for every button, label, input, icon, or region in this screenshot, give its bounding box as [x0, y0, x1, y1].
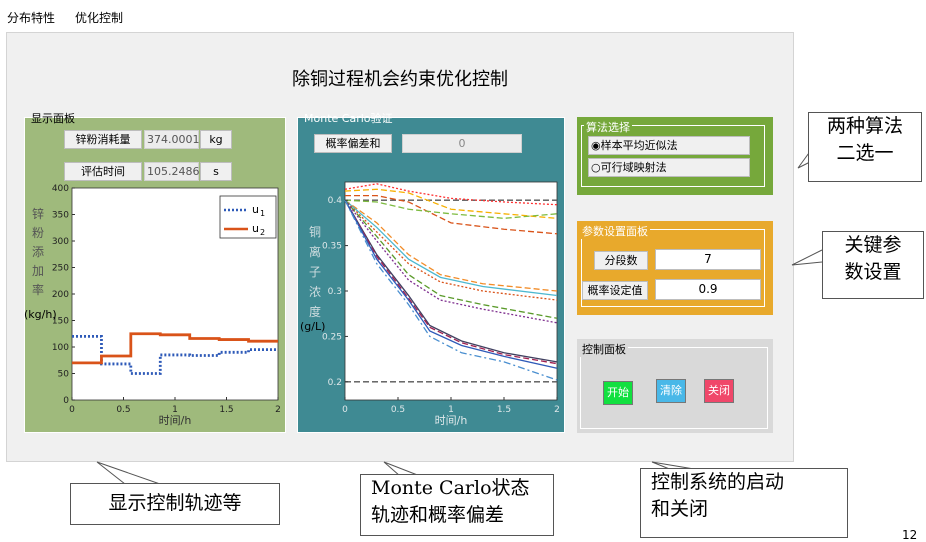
option-fdm-label: 可行域映射法 — [600, 161, 667, 174]
monte-carlo-panel: Monte Carlo验证 概率偏差和 0 — [297, 112, 565, 433]
callout-control-line2: 和关闭 — [651, 498, 709, 520]
callout-pointer-params — [791, 249, 823, 266]
segments-label: 分段数 — [594, 251, 648, 270]
eval-time-label: 评估时间 — [64, 162, 142, 181]
param-panel: 参数设置面板 分段数 7 概率设定值 0.9 — [577, 221, 773, 315]
display-panel: 显示面板 锌粉消耗量 374.0001 kg 评估时间 105.2486 s — [24, 112, 286, 433]
algorithm-option-fdm[interactable]: ○可行域映射法 — [588, 158, 750, 177]
radio-unselected-icon: ○ — [591, 161, 601, 174]
option-saa-label: 样本平均近似法 — [600, 139, 678, 152]
menu-optimal-control[interactable]: 优化控制 — [75, 9, 123, 26]
callout-mc-line1: Monte Carlo状态 — [371, 477, 530, 499]
segments-input[interactable]: 7 — [655, 249, 761, 270]
param-legend: 参数设置面板 — [580, 223, 650, 239]
radio-selected-icon: ◉ — [591, 139, 601, 152]
algorithm-panel: 算法选择 ◉样本平均近似法 ○可行域映射法 — [577, 117, 773, 195]
callout-pointer-display — [96, 461, 161, 485]
callout-display: 显示控制轨迹等 — [70, 483, 280, 525]
callout-algorithm-line1: 两种算法 — [826, 115, 903, 137]
control-legend: 控制面板 — [580, 341, 628, 357]
app-title: 除铜过程机会约束优化控制 — [292, 69, 508, 90]
prob-deviation-value: 0 — [402, 134, 522, 153]
zinc-consumption-value: 374.0001 — [144, 130, 200, 149]
callout-params-line1: 关键参 — [844, 234, 902, 256]
display-panel-legend: 显示面板 — [31, 112, 75, 125]
page-number: 12 — [902, 528, 918, 542]
callout-algorithm-line2: 二选一 — [836, 142, 894, 164]
eval-time-value: 105.2486 — [144, 162, 200, 181]
callout-params-line2: 数设置 — [844, 261, 902, 283]
callout-params: 关键参 数设置 — [822, 231, 924, 299]
callout-mc-line2: 轨迹和概率偏差 — [371, 504, 505, 526]
start-button[interactable]: 开始 — [603, 381, 633, 405]
algorithm-option-saa[interactable]: ◉样本平均近似法 — [588, 136, 750, 155]
callout-control: 控制系统的启动 和关闭 — [640, 468, 848, 538]
zinc-unit: kg — [200, 130, 232, 149]
algorithm-legend: 算法选择 — [584, 119, 632, 135]
control-panel: 控制面板 开始 清除 关闭 — [577, 339, 773, 433]
mc-panel-legend: Monte Carlo验证 — [304, 112, 393, 125]
time-unit: s — [200, 162, 232, 181]
prob-deviation-label: 概率偏差和 — [314, 134, 392, 153]
menu-distribution[interactable]: 分布特性 — [7, 9, 55, 26]
clear-button[interactable]: 清除 — [656, 379, 686, 403]
callout-algorithm: 两种算法 二选一 — [808, 112, 922, 182]
app-window: 除铜过程机会约束优化控制 显示面板 锌粉消耗量 374.0001 kg 评估时间… — [6, 32, 794, 462]
prob-setting-label: 概率设定值 — [582, 281, 648, 300]
zinc-consumption-label: 锌粉消耗量 — [64, 130, 142, 149]
callout-control-line1: 控制系统的启动 — [651, 471, 785, 493]
callout-mc: Monte Carlo状态 轨迹和概率偏差 — [360, 474, 554, 536]
close-button[interactable]: 关闭 — [704, 379, 734, 403]
menu-bar: 分布特性 优化控制 — [0, 0, 926, 30]
prob-setting-input[interactable]: 0.9 — [655, 279, 761, 300]
